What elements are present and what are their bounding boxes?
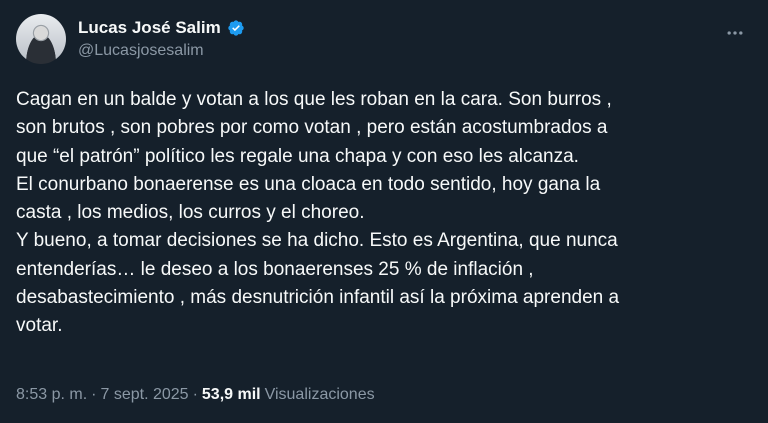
avatar[interactable] [16, 14, 66, 64]
meta-separator: · [91, 386, 97, 403]
tweet-time[interactable]: 8:53 p. m. [16, 386, 87, 404]
views-label: Visualizaciones [264, 386, 375, 403]
tweet-header: Lucas José Salim @Lucasjosesalim [16, 12, 752, 66]
tweet-date[interactable]: 7 sept. 2025 [100, 386, 188, 404]
more-horizontal-icon[interactable] [718, 16, 752, 50]
tweet-text: Cagan en un balde y votan a los que les … [16, 89, 620, 337]
name-row: Lucas José Salim [78, 17, 245, 38]
author-info: Lucas José Salim @Lucasjosesalim [78, 17, 245, 60]
meta-separator: · [192, 386, 198, 403]
author-display-name[interactable]: Lucas José Salim [78, 17, 221, 38]
tweet-card: Lucas José Salim @Lucasjosesalim Cagan e… [0, 0, 768, 423]
tweet-meta: 8:53 p. m. · 7 sept. 2025 · 53,9 mil Vis… [16, 386, 375, 404]
verified-badge-icon[interactable] [227, 19, 245, 37]
views-count: 53,9 mil [201, 386, 261, 403]
author-handle[interactable]: @Lucasjosesalim [78, 41, 245, 61]
